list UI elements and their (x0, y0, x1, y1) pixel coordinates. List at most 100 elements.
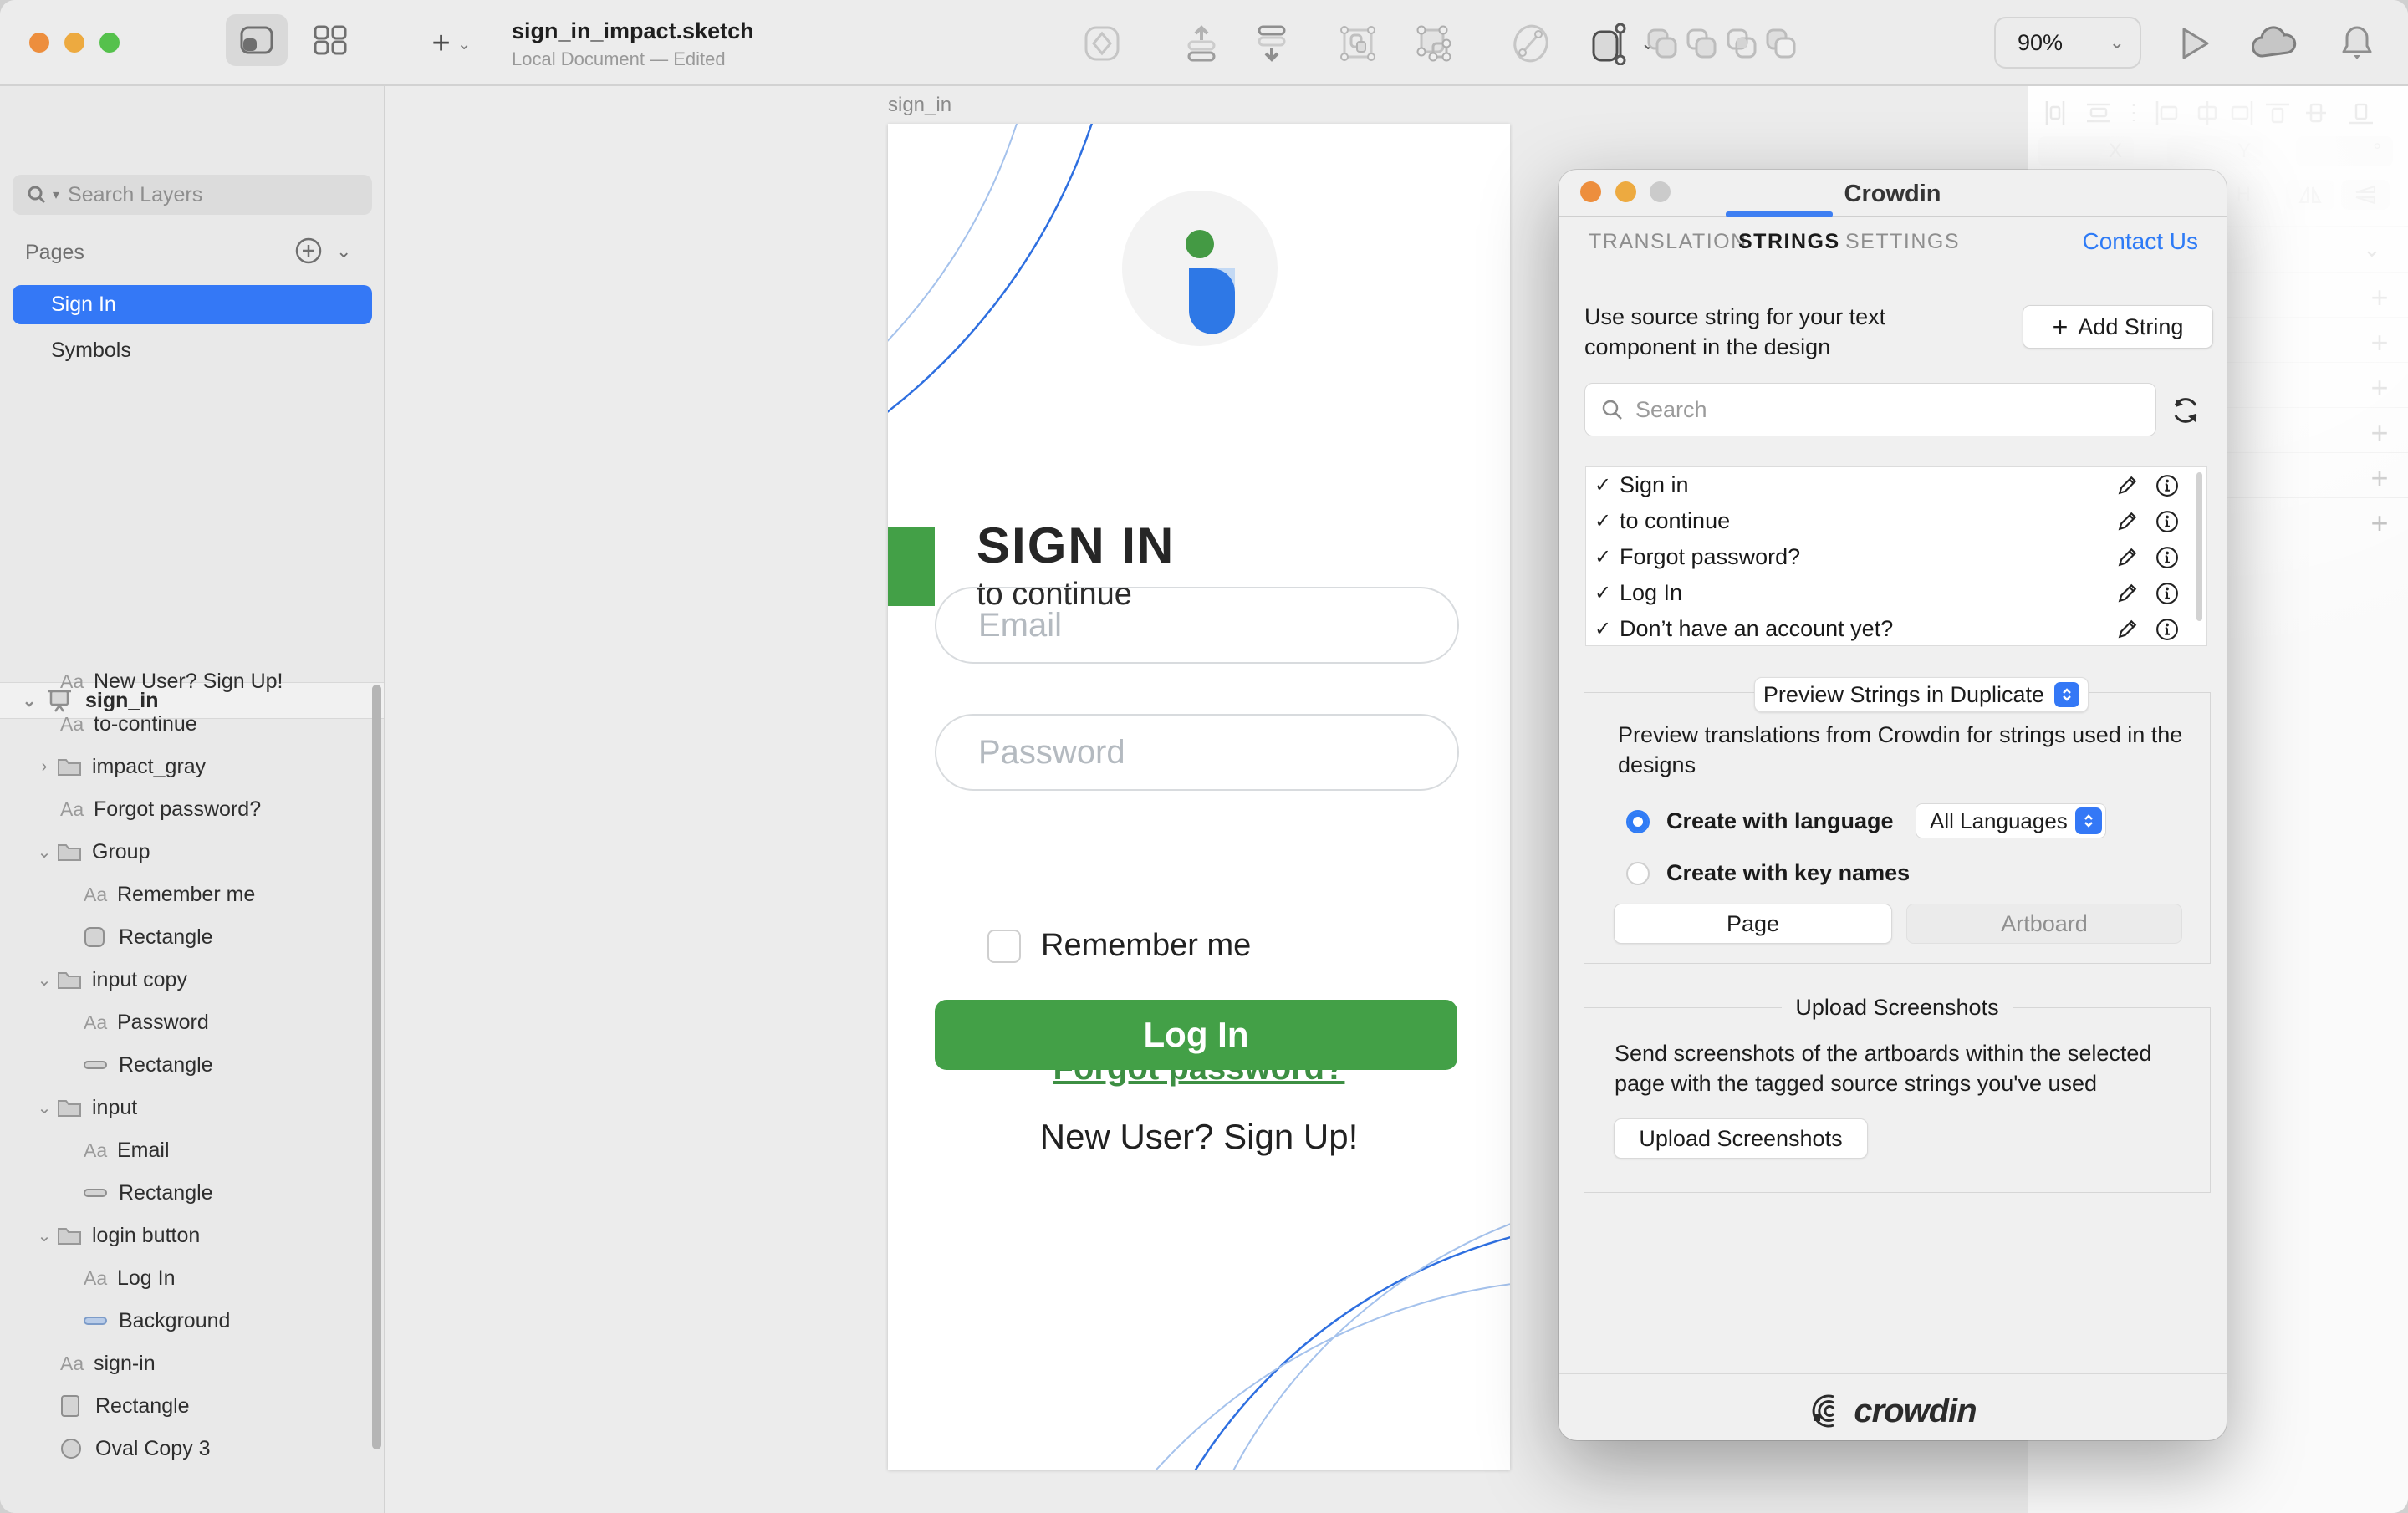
edit-pencil-icon[interactable] (2115, 545, 2140, 570)
strings-search-input[interactable]: Search (1584, 383, 2156, 436)
tab-settings[interactable]: SETTINGS (1845, 230, 1960, 254)
chevron-down-icon[interactable]: ⌄ (33, 1098, 55, 1118)
layer-label: Oval Copy 3 (95, 1437, 211, 1461)
add-string-button[interactable]: + Add String (2023, 305, 2213, 349)
document-title: sign_in_impact.sketch (512, 18, 754, 44)
edit-pencil-icon[interactable] (2115, 473, 2140, 498)
minimize-button[interactable] (64, 33, 84, 53)
edit-pencil-icon[interactable] (2115, 617, 2140, 642)
remember-me-group[interactable]: Remember me (987, 928, 1251, 964)
remember-checkbox[interactable] (987, 930, 1021, 963)
info-icon[interactable] (2155, 509, 2180, 534)
tab-translation[interactable]: TRANSLATION (1589, 230, 1747, 254)
sidebar-scrollbar[interactable] (372, 685, 381, 1449)
chevron-down-icon[interactable]: ⌄ (33, 842, 55, 863)
string-row[interactable]: ✓ Forgot password? (1586, 539, 2206, 575)
add-page-button[interactable] (294, 237, 323, 265)
chevron-down-icon: ⌄ (2110, 32, 2125, 53)
create-with-key-names-option[interactable]: Create with key names (1626, 860, 1910, 886)
flip-vertical-button[interactable] (2341, 180, 2390, 210)
section-collapse-chevron[interactable]: ⌄ (2363, 237, 2381, 262)
add-inner-shadow-button[interactable]: + (2365, 461, 2394, 496)
flip-horizontal-button[interactable] (2286, 180, 2334, 210)
move-backward-button[interactable] (1252, 20, 1291, 67)
toggle-grid-view-button[interactable] (299, 14, 361, 66)
add-blur-button[interactable]: + (2365, 506, 2394, 541)
refresh-button[interactable] (2169, 394, 2202, 427)
layer-row-folder[interactable]: › impact_gray (33, 746, 401, 787)
sidebar-page-sign-in[interactable]: Sign In (13, 285, 372, 324)
tab-strings[interactable]: STRINGS (1738, 230, 1840, 254)
heading-accent-block[interactable] (888, 527, 935, 606)
create-symbol-button[interactable] (1084, 20, 1120, 67)
alignment-toolbar[interactable] (2035, 98, 2403, 128)
list-scrollbar[interactable] (2196, 472, 2202, 621)
layer-row-folder[interactable]: ⌄ input copy (33, 959, 401, 1001)
text-layer-icon: Aa (84, 1139, 117, 1162)
add-border-button[interactable]: + (2365, 370, 2394, 405)
edit-pencil-icon[interactable] (2115, 509, 2140, 534)
language-dropdown[interactable]: All Languages (1916, 803, 2106, 838)
zoom-button[interactable] (99, 33, 120, 53)
design-heading[interactable]: SIGN IN (977, 517, 1175, 574)
folder-icon (57, 1225, 82, 1246)
add-fill-button[interactable]: + (2365, 325, 2394, 360)
flip-vertical-icon (2353, 185, 2378, 205)
chevron-down-icon[interactable]: ⌄ (33, 970, 55, 991)
active-tab-indicator (1726, 211, 1833, 217)
impact-logo[interactable] (1122, 191, 1278, 346)
info-icon[interactable] (2155, 581, 2180, 606)
create-with-language-option[interactable]: Create with language (1626, 808, 1894, 834)
layer-row-folder[interactable]: ⌄ input (33, 1087, 401, 1128)
insert-button[interactable]: + ⌄ (418, 20, 485, 67)
rotation-field[interactable]: ° (2296, 136, 2393, 166)
string-row[interactable]: ✓ Don’t have an account yet? (1586, 611, 2206, 647)
cloud-sync-button[interactable] (2251, 20, 2299, 67)
chevron-down-icon[interactable]: ⌄ (18, 690, 40, 711)
zoom-level-dropdown[interactable]: 90% ⌄ (1994, 17, 2141, 69)
string-row[interactable]: ✓ Log In (1586, 575, 2206, 611)
info-icon[interactable] (2155, 473, 2180, 498)
x-position-field[interactable]: X (2038, 136, 2134, 166)
move-forward-button[interactable] (1182, 20, 1221, 67)
artboard-title[interactable]: sign_in (888, 94, 951, 117)
password-field[interactable]: Password (935, 714, 1459, 791)
upload-screenshots-button[interactable]: Upload Screenshots (1614, 1118, 1868, 1159)
boolean-difference-button[interactable] (1763, 20, 1799, 67)
boolean-intersect-button[interactable] (1723, 20, 1760, 67)
text-layer-icon: Aa (84, 1011, 117, 1034)
page-scope-button[interactable]: Page (1614, 904, 1892, 944)
toggle-left-panel-button[interactable] (226, 14, 288, 66)
string-row[interactable]: ✓ to continue (1586, 503, 2206, 539)
add-style-button[interactable]: + (2365, 280, 2394, 315)
contact-us-link[interactable]: Contact Us (2083, 228, 2199, 255)
layer-row-folder[interactable]: ⌄ Group (33, 831, 401, 873)
ungroup-button[interactable] (1413, 20, 1453, 67)
boolean-subtract-button[interactable] (1683, 20, 1720, 67)
chevron-right-icon[interactable]: › (33, 757, 55, 777)
edit-shape-button[interactable] (1510, 20, 1552, 67)
layer-row-folder[interactable]: ⌄ login button (33, 1215, 401, 1256)
group-button[interactable] (1338, 20, 1378, 67)
y-position-field[interactable]: Y (2167, 136, 2263, 166)
email-field[interactable]: Email (935, 587, 1459, 664)
sidebar-page-symbols[interactable]: Symbols (13, 331, 372, 370)
search-layers-input[interactable]: ▾ Search Layers (13, 175, 372, 215)
login-button[interactable]: Log In (935, 1000, 1457, 1070)
preview-button[interactable] (2177, 20, 2212, 67)
add-shadow-button[interactable]: + (2365, 415, 2394, 451)
notifications-button[interactable] (2338, 20, 2376, 67)
chevron-down-icon[interactable]: ⌄ (33, 1225, 55, 1246)
collapse-pages-chevron[interactable]: ⌄ (336, 241, 351, 262)
signup-text[interactable]: New User? Sign Up! (888, 1117, 1510, 1157)
string-row[interactable]: ✓ Sign in (1586, 467, 2206, 503)
artboard-scope-button[interactable]: Artboard (1906, 904, 2182, 944)
boolean-union-button[interactable] (1644, 20, 1681, 67)
preview-strings-dropdown[interactable]: Preview Strings in Duplicate (1754, 677, 2089, 712)
edit-pencil-icon[interactable] (2115, 581, 2140, 606)
info-icon[interactable] (2155, 617, 2180, 642)
rotation-field-label: ° (2373, 140, 2381, 163)
close-button[interactable] (29, 33, 49, 53)
artboard-sign-in[interactable]: SIGN IN to continue Email Password Remem… (888, 124, 1510, 1470)
info-icon[interactable] (2155, 545, 2180, 570)
